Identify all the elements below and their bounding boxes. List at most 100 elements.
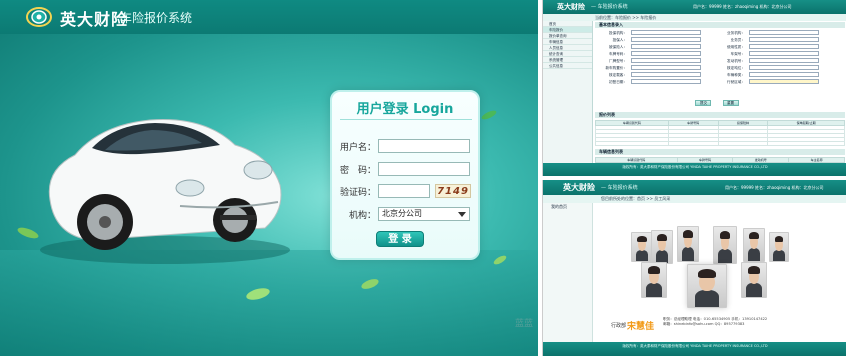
leaf-icon — [361, 279, 379, 289]
form-input[interactable] — [631, 44, 701, 49]
brand-name: 英大财险 — [563, 183, 595, 192]
leaf-icon — [246, 288, 270, 300]
form-input[interactable] — [631, 37, 701, 42]
form-row: 核定载客： 车辆种类： — [595, 72, 845, 78]
login-page: 英大财险 车险报价系统 用户登录 Login 用户名： 密 码： 验证码： 71… — [0, 0, 538, 356]
field-label: 被保险人： — [609, 45, 627, 49]
org-select[interactable]: 北京分公司 — [378, 207, 470, 221]
staff-photo[interactable] — [713, 226, 737, 264]
login-button[interactable]: 登 录 — [376, 231, 424, 247]
field-label: 初登日期： — [609, 80, 627, 84]
staff-name: 宋慧佳 — [627, 322, 655, 332]
panel-title: 用户登录 Login — [356, 102, 454, 117]
sub-bar — [543, 14, 846, 21]
sidebar: 首页 车险报价 报价单查询 车辆信息 人员信息 统计查询 系统管理 公共信息 — [543, 21, 593, 163]
user-info: 用户名：99999 姓名：zhaoqiming 机构：北京分公司 — [693, 4, 792, 9]
form-row: 车牌号码： 车架号： — [595, 51, 845, 57]
table-title: 车辆信息列表 — [595, 149, 845, 155]
form-input[interactable] — [749, 58, 819, 63]
form-row: 新车购置价： 核定吨位： — [595, 65, 845, 71]
field-label: 投保人： — [612, 38, 627, 42]
staff-photo[interactable] — [677, 226, 699, 262]
field-label: 投保机构： — [609, 31, 627, 35]
form-input[interactable] — [631, 30, 701, 35]
form-row: 投保机构： 业务机构： — [595, 30, 845, 36]
sidebar: 我的首页 — [543, 203, 593, 343]
leaf-icon — [17, 227, 39, 239]
chevron-down-icon — [458, 212, 466, 217]
brand-name: 英大财险 — [60, 10, 129, 29]
staff-photo[interactable] — [769, 232, 789, 262]
field-label: 核定载客： — [609, 73, 627, 77]
company-logo-icon — [26, 7, 52, 27]
username-label: 用户名： — [340, 143, 377, 153]
org-label: 机构： — [348, 211, 376, 221]
form-row: 投保人： 业务员： — [595, 37, 845, 43]
submit-button[interactable]: 提交 — [695, 100, 712, 106]
form-input[interactable] — [749, 30, 819, 35]
form-input[interactable] — [631, 72, 701, 77]
sidebar-item[interactable]: 公共信息 — [543, 63, 592, 69]
field-label: 发动机号： — [727, 59, 745, 63]
form-row: 厂牌型号： 发动机号： — [595, 58, 845, 64]
footer: 版权所有：英大泰和财产保险股份有限公司 YINDA TAIHE PROPERTY… — [543, 342, 846, 356]
staff-photo[interactable] — [641, 262, 667, 298]
form-input[interactable] — [749, 37, 819, 42]
leaf-icon — [493, 255, 507, 265]
form-row: 初登日期： 行驶区域： — [595, 79, 845, 85]
system-name: — 车险报价系统 — [601, 185, 638, 191]
system-name: 车险报价系统 — [120, 11, 193, 25]
table-row[interactable] — [595, 141, 845, 146]
login-panel: 用户登录 Login 用户名： 密 码： 验证码： 7149 机构： 北京分公司… — [330, 90, 480, 260]
field-label: 核定吨位： — [727, 66, 745, 70]
field-label: 新车购置价： — [605, 66, 627, 70]
quote-page: 英大财险 — 车险报价系统 用户名：99999 姓名：zhaoqiming 机构… — [542, 0, 846, 176]
staff-department: 行政部 — [611, 323, 627, 329]
quote-table: 车辆识别代码 车牌号码 投保险种 保单起期/止期 — [595, 120, 845, 146]
user-info: 用户名：99999 姓名：zhaoqiming 机构：北京分公司 — [725, 185, 824, 190]
sidebar-item-home[interactable]: 我的首页 — [543, 203, 592, 211]
staff-photo[interactable] — [743, 228, 765, 262]
form-input[interactable] — [749, 79, 819, 84]
staff-details: 职务：总经理助理 电话：010-65534905 手机：13910147422 … — [663, 317, 767, 327]
table-title: 报价列表 — [595, 112, 845, 118]
form-input[interactable] — [631, 51, 701, 56]
reset-button[interactable]: 重置 — [722, 100, 739, 106]
form-actions: 提交 重置 — [595, 89, 845, 108]
field-label: 车架号： — [730, 52, 745, 56]
form-input[interactable] — [749, 72, 819, 77]
quote-form: 基本信息录入 投保机构： 业务机构： 投保人： 业务员： 被保险人： 使用性质： — [595, 22, 845, 167]
password-input[interactable] — [378, 162, 470, 176]
staff-photo[interactable] — [741, 262, 767, 298]
footer: 版权所有：英大泰和财产保险股份有限公司 YINDA TAIHE PROPERTY… — [543, 163, 846, 176]
form-input[interactable] — [631, 79, 701, 84]
field-label: 车牌号码： — [609, 52, 627, 56]
captcha-input[interactable] — [378, 184, 430, 198]
form-row: 被保险人： 使用性质： — [595, 44, 845, 50]
sub-bar — [543, 195, 846, 203]
staff-email: 邮箱：shinebinfo@sohu.com QQ：895779383 — [663, 322, 745, 326]
brand-name: 英大财险 — [557, 3, 585, 11]
username-input[interactable] — [378, 139, 470, 153]
field-label: 厂牌型号： — [609, 59, 627, 63]
captcha-image[interactable]: 7149 — [435, 184, 471, 198]
form-input[interactable] — [631, 65, 701, 70]
staff-photo[interactable] — [631, 232, 653, 262]
breadcrumb: 当前位置：车险报价 >> 车险报价 — [595, 15, 657, 20]
staff-photo-featured[interactable] — [687, 264, 727, 308]
form-input[interactable] — [631, 58, 701, 63]
field-label: 业务机构： — [727, 31, 745, 35]
divider — [340, 119, 472, 120]
staff-photo[interactable] — [651, 230, 673, 264]
team-page: 英大财险 — 车险报价系统 用户名：99999 姓名：zhaoqiming 机构… — [542, 180, 846, 356]
field-label: 业务员： — [730, 38, 745, 42]
leaf-icon — [481, 110, 497, 120]
form-input[interactable] — [749, 44, 819, 49]
field-label: 使用性质： — [727, 45, 745, 49]
password-label: 密 码： — [340, 166, 377, 176]
form-input[interactable] — [749, 51, 819, 56]
field-label: 行驶区域： — [727, 80, 745, 84]
section-title: 基本信息录入 — [595, 22, 845, 28]
form-input[interactable] — [749, 65, 819, 70]
breadcrumb: 您目前所处的位置：首页 >> 员工风采 — [601, 196, 671, 201]
